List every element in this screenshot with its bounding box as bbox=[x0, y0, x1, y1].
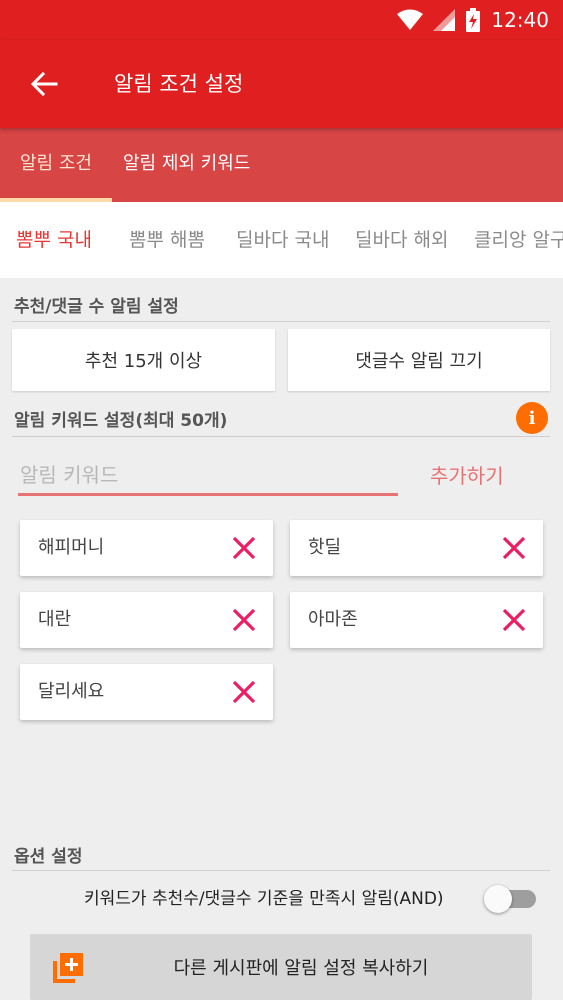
close-icon[interactable] bbox=[499, 533, 529, 563]
toggle-thumb bbox=[484, 885, 512, 913]
status-bar: 12:40 bbox=[0, 0, 563, 40]
board-tab-dealbada-overseas[interactable]: 딜바다 해외 bbox=[355, 202, 448, 278]
keyword-input[interactable] bbox=[18, 456, 398, 496]
keyword-chip-label: 해피머니 bbox=[38, 537, 105, 558]
close-icon[interactable] bbox=[499, 605, 529, 635]
wifi-icon bbox=[397, 9, 424, 30]
close-icon[interactable] bbox=[229, 677, 259, 707]
recommend-count-selector[interactable]: 추천 15개 이상 bbox=[12, 329, 275, 391]
keyword-chip: 핫딜 bbox=[290, 520, 543, 576]
copy-settings-button[interactable]: 다른 게시판에 알림 설정 복사하기 bbox=[30, 934, 532, 1000]
keyword-chip: 달리세요 bbox=[20, 664, 273, 720]
cell-signal-icon bbox=[433, 9, 456, 31]
board-tab-dealbada-domestic[interactable]: 딜바다 국내 bbox=[236, 202, 329, 278]
keyword-chip-label: 달리세요 bbox=[38, 681, 105, 702]
divider bbox=[12, 870, 550, 871]
app-bar: 알림 조건 설정 bbox=[0, 40, 563, 128]
back-button[interactable] bbox=[22, 62, 66, 106]
status-time: 12:40 bbox=[491, 8, 549, 32]
battery-charging-icon bbox=[466, 8, 481, 32]
page-title: 알림 조건 설정 bbox=[114, 72, 244, 96]
and-option-toggle[interactable] bbox=[484, 885, 536, 913]
close-icon[interactable] bbox=[229, 605, 259, 635]
divider bbox=[12, 436, 550, 437]
keyword-chip-label: 핫딜 bbox=[308, 537, 342, 558]
keyword-chip-label: 아마존 bbox=[308, 609, 358, 630]
tab-bar: 알림 조건 알림 제외 키워드 bbox=[0, 128, 563, 202]
add-keyword-button[interactable]: 추가하기 bbox=[430, 456, 504, 496]
option-section-title: 옵션 설정 bbox=[14, 847, 83, 867]
tab-excluded-keywords[interactable]: 알림 제외 키워드 bbox=[123, 128, 250, 202]
keyword-section-title: 알림 키워드 설정(최대 50개) bbox=[14, 411, 228, 431]
board-tab-ppomppu-overseas[interactable]: 뽐뿌 해뽐 bbox=[129, 202, 205, 278]
board-tabs: 뽐뿌 국내 뽐뿌 해뽐 딜바다 국내 딜바다 해외 클리앙 알구 bbox=[0, 202, 563, 278]
tab-alert-conditions[interactable]: 알림 조건 bbox=[20, 128, 92, 202]
copy-settings-label: 다른 게시판에 알림 설정 복사하기 bbox=[173, 958, 429, 979]
and-option-label: 키워드가 추천수/댓글수 기준을 만족시 알림(AND) bbox=[84, 889, 444, 909]
info-icon[interactable]: i bbox=[516, 402, 548, 434]
divider bbox=[12, 321, 550, 322]
board-tab-ppomppu-domestic[interactable]: 뽐뿌 국내 bbox=[16, 202, 92, 278]
close-icon[interactable] bbox=[229, 533, 259, 563]
keyword-chip: 해피머니 bbox=[20, 520, 273, 576]
status-icons: 12:40 bbox=[397, 0, 549, 40]
keyword-chip: 아마존 bbox=[290, 592, 543, 648]
recommend-section-title: 추천/댓글 수 알림 설정 bbox=[14, 297, 179, 317]
keyword-chip-label: 대란 bbox=[38, 609, 72, 630]
keyword-chip: 대란 bbox=[20, 592, 273, 648]
arrow-left-icon bbox=[30, 71, 58, 97]
comment-count-selector[interactable]: 댓글수 알림 끄기 bbox=[288, 329, 550, 391]
board-tab-clien[interactable]: 클리앙 알구 bbox=[474, 202, 563, 278]
